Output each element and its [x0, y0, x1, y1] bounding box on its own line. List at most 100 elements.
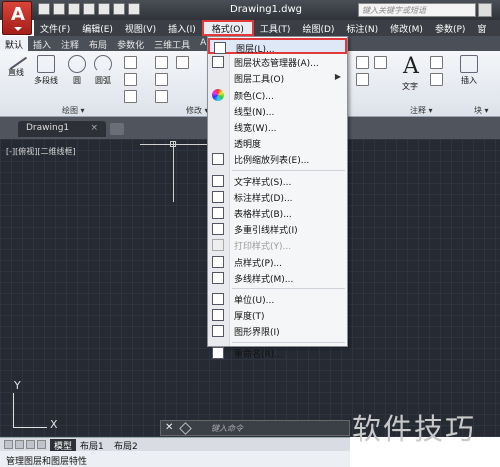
- format-menu-item-10[interactable]: 表格样式(B)...: [208, 205, 347, 221]
- circle-icon: [68, 55, 86, 73]
- format-menu-item-16[interactable]: 厚度(T): [208, 307, 347, 323]
- menu-item-10[interactable]: 窗: [471, 20, 492, 36]
- menu-item-3[interactable]: 插入(I): [162, 20, 202, 36]
- ribbon-tab-0[interactable]: 默认: [0, 36, 29, 51]
- format-menu-item-2[interactable]: 图层工具(O) ▶: [208, 70, 347, 86]
- save-icon[interactable]: [68, 3, 80, 15]
- block-panel-label[interactable]: 块 ▾: [474, 105, 489, 116]
- menu-item-6[interactable]: 绘图(D): [296, 20, 340, 36]
- drawing-tab[interactable]: Drawing1 ×: [18, 121, 106, 137]
- format-menu-item-label: 线宽(W)...: [234, 124, 277, 134]
- rectangle-icon[interactable]: [124, 56, 137, 69]
- copy-icon[interactable]: [155, 73, 168, 86]
- format-menu-item-0[interactable]: 图层(L)...: [208, 38, 347, 55]
- arc-icon: [94, 55, 112, 73]
- layer-state-icon: [212, 56, 224, 69]
- menu-item-7[interactable]: 标注(N): [340, 20, 384, 36]
- line-tool[interactable]: 直线: [4, 50, 28, 78]
- last-layout-icon[interactable]: [37, 440, 46, 449]
- print-icon[interactable]: [98, 3, 110, 15]
- modify-panel-label[interactable]: 修改 ▾: [186, 105, 209, 116]
- stretch-icon[interactable]: [155, 90, 168, 103]
- format-menu-item-label: 文字样式(S)...: [234, 177, 292, 188]
- layout-tab-bar: 模型 布局1 布局2: [0, 437, 350, 452]
- open-file-icon[interactable]: [53, 3, 65, 15]
- format-menu-item-11[interactable]: 多重引线样式(I): [208, 221, 347, 237]
- layers-icon: [214, 42, 226, 54]
- polyline-icon: [37, 55, 55, 73]
- format-menu-item-label: 线型(N)...: [234, 107, 275, 118]
- format-menu-item-5[interactable]: 线宽(W)...: [208, 119, 347, 135]
- hatch-icon[interactable]: [124, 73, 137, 86]
- menu-separator: [232, 341, 345, 343]
- dimension-icon[interactable]: [356, 56, 369, 69]
- menu-item-0[interactable]: 文件(F): [34, 20, 76, 36]
- leader-icon[interactable]: [374, 56, 387, 69]
- text-table-icon[interactable]: [430, 73, 443, 86]
- text-tool-icon[interactable]: A: [403, 54, 419, 79]
- format-menu-item-18[interactable]: 重命名(R)...: [208, 345, 347, 361]
- format-menu-item-14[interactable]: 多线样式(M)...: [208, 270, 347, 286]
- application-menu-button[interactable]: A: [2, 1, 32, 35]
- first-layout-icon[interactable]: [4, 440, 13, 449]
- redo-icon[interactable]: [128, 3, 140, 15]
- new-tab-button[interactable]: [110, 123, 124, 135]
- format-menu-item-label: 重命名(R)...: [234, 349, 283, 360]
- search-icon[interactable]: [478, 3, 492, 17]
- draw-panel-label[interactable]: 绘图 ▾: [62, 105, 85, 116]
- table-icon[interactable]: [356, 73, 369, 86]
- annotation-panel-label[interactable]: 注释 ▾: [410, 105, 433, 116]
- format-menu-item-3[interactable]: 颜色(C)...: [208, 87, 347, 103]
- undo-icon[interactable]: [113, 3, 125, 15]
- prev-layout-icon[interactable]: [15, 440, 24, 449]
- command-line[interactable]: ✕ 键入命令: [160, 420, 350, 436]
- insert-tool-label: 插入: [461, 76, 477, 85]
- viewport-controls-label[interactable]: [-][俯视][二维线框]: [6, 146, 76, 157]
- ribbon-tab-4[interactable]: 参数化: [112, 36, 149, 51]
- format-menu-item-7[interactable]: 比例缩放列表(E)...: [208, 151, 347, 167]
- document-title: Drawing1.dwg: [230, 4, 302, 15]
- move-icon[interactable]: [155, 56, 168, 69]
- polyline-tool[interactable]: 多段线: [34, 55, 58, 86]
- ribbon-tab-5[interactable]: 三维工具: [149, 36, 195, 51]
- close-tab-icon[interactable]: ×: [90, 123, 98, 133]
- format-menu-item-label: 图层状态管理器(A)...: [234, 59, 319, 70]
- format-menu-item-1[interactable]: 图层状态管理器(A)...: [208, 54, 347, 70]
- ucs-y-axis: [13, 393, 14, 427]
- format-menu-item-label: 标注样式(D)...: [234, 193, 293, 204]
- format-menu-item-17[interactable]: 图形界限(I): [208, 323, 347, 339]
- close-command-line-icon[interactable]: ✕: [165, 422, 173, 433]
- format-menu-item-8[interactable]: 文字样式(S)...: [208, 173, 347, 189]
- format-menu-item-15[interactable]: 单位(U)...: [208, 291, 347, 307]
- ribbon-tab-2[interactable]: 注释: [56, 36, 84, 51]
- circle-tool[interactable]: 圆: [68, 55, 86, 86]
- new-file-icon[interactable]: [38, 3, 50, 15]
- menu-item-1[interactable]: 编辑(E): [76, 20, 119, 36]
- menu-item-5[interactable]: 工具(T): [254, 20, 297, 36]
- dropdown-arrow-icon: [14, 27, 22, 31]
- format-menu-item-9[interactable]: 标注样式(D)...: [208, 189, 347, 205]
- status-bar-text: 管理图层和图层特性: [0, 451, 350, 467]
- ellipse-icon[interactable]: [124, 90, 137, 103]
- search-input[interactable]: 键入关键字或短语: [358, 3, 476, 17]
- save-as-icon[interactable]: [83, 3, 95, 15]
- menu-item-9[interactable]: 参数(P): [429, 20, 471, 36]
- multiline-text-icon[interactable]: [430, 56, 443, 69]
- menu-item-2[interactable]: 视图(V): [119, 20, 162, 36]
- format-menu-item-label: 图形界限(I): [234, 328, 280, 339]
- format-menu-item-4[interactable]: 线型(N)...: [208, 103, 347, 119]
- ribbon-tab-3[interactable]: 布局: [84, 36, 112, 51]
- arc-tool[interactable]: 圆弧: [94, 55, 112, 86]
- menu-item-4[interactable]: 格式(O): [201, 20, 254, 36]
- format-menu-item-6[interactable]: 透明度: [208, 135, 347, 151]
- wrench-icon[interactable]: [179, 422, 192, 435]
- command-input[interactable]: 键入命令: [211, 423, 243, 434]
- rotate-icon[interactable]: [176, 56, 189, 69]
- format-menu-item-13[interactable]: 点样式(P)...: [208, 254, 347, 270]
- drawing-tab-label: Drawing1: [26, 123, 70, 133]
- insert-block-tool[interactable]: 插入: [460, 55, 478, 86]
- next-layout-icon[interactable]: [26, 440, 35, 449]
- menu-item-8[interactable]: 修改(M): [384, 20, 429, 36]
- ribbon-tab-1[interactable]: 插入: [28, 36, 56, 51]
- format-menu-item-label: 点样式(P)...: [234, 258, 283, 269]
